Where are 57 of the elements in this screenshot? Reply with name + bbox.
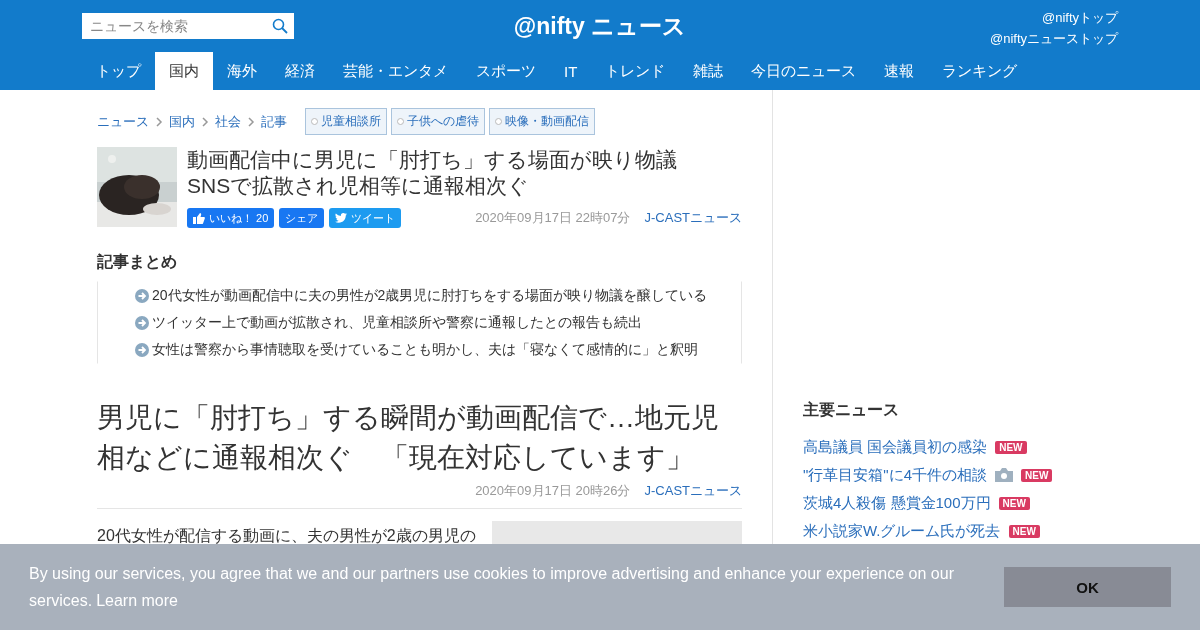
search-field[interactable]: ニュースを検索 — [82, 13, 294, 39]
news-link[interactable]: 高島議員 国会議員初の感染 — [803, 437, 988, 457]
nav-tab[interactable]: 国内 — [155, 52, 213, 90]
ok-button[interactable]: OK — [1004, 567, 1171, 607]
chevron-icon — [201, 116, 209, 127]
arrow-circle-icon — [135, 342, 149, 357]
arrow-circle-icon — [135, 288, 149, 303]
topic-tag[interactable]: 子供への虐待 — [391, 108, 485, 135]
cookie-notice: By using our services, you agree that we and our partners use cookies to improve advertising and enhance your experience on our services. Learn more — [29, 564, 955, 611]
news-link[interactable]: "行革目安箱"に4千件の相談 — [803, 465, 987, 485]
like-button[interactable]: いいね！ 20 — [187, 208, 275, 228]
breadcrumb-link[interactable]: 社会 — [215, 112, 241, 131]
source-link[interactable]: J-CASTニュース — [644, 482, 742, 500]
nav-tab[interactable]: ランキング — [928, 52, 1032, 90]
breadcrumb-link[interactable]: ニュース — [97, 112, 149, 131]
arrow-circle-icon — [135, 315, 149, 330]
header-link[interactable]: @niftyニューストップ — [989, 29, 1118, 48]
article-title: 動画配信中に男児に「肘打ち」する場面が映り物議 SNSで拡散され児相等に通報相次ぐ — [187, 147, 678, 199]
nav-tab[interactable]: 経済 — [271, 52, 329, 90]
news-link[interactable]: 茨城4人殺傷 懸賞金100万円 — [803, 493, 991, 513]
new-badge: NEW — [1021, 468, 1053, 482]
story-text: 20代女性が配信する動画に、夫の男性が2歳の男児の — [97, 526, 476, 546]
nav-tab[interactable]: 海外 — [213, 52, 271, 90]
bird-icon — [335, 213, 348, 223]
summary-item: ツイッター上で動画が拡散され、児童相談所や警察に通報したとの報告も続出 — [152, 313, 642, 332]
share-button[interactable]: シェア — [279, 208, 325, 228]
summary-heading: 記事まとめ — [97, 252, 178, 272]
chevron-icon — [247, 116, 255, 127]
topic-tag[interactable]: 児童相談所 — [305, 108, 387, 135]
nav-tab[interactable]: トレンド — [591, 52, 680, 90]
publish-date: 2020年09月17日 20時26分 — [475, 482, 631, 500]
nav-tab[interactable]: 芸能・エンタメ — [329, 52, 462, 90]
summary-item: 女性は警察から事情聴取を受けていることも明かし、夫は「寝なくて感情的に」と釈明 — [152, 340, 698, 359]
new-badge: NEW — [995, 440, 1027, 454]
search-icon[interactable] — [272, 18, 288, 34]
site-logo[interactable]: @nifty ニュース — [513, 10, 687, 42]
news-link[interactable]: 米小説家W.グルーム氏が死去 — [803, 521, 1001, 541]
new-badge: NEW — [1008, 524, 1040, 538]
nav-tab[interactable]: 今日のニュース — [737, 52, 871, 90]
nav-tab[interactable]: スポーツ — [462, 52, 550, 90]
new-badge: NEW — [998, 496, 1030, 510]
section-heading: 主要ニュース — [803, 400, 900, 420]
tweet-button[interactable]: ツイート — [329, 208, 402, 228]
thumbs-up-icon — [193, 212, 205, 224]
breadcrumb-link[interactable]: 国内 — [169, 112, 195, 131]
story-headline: 男児に「肘打ち」する瞬間が動画配信で…地元児相などに通報相次ぐ 「現在対応しています」 — [97, 401, 720, 475]
header-link[interactable]: @niftyトップ — [1041, 8, 1118, 27]
nav-tab[interactable]: 雑誌 — [679, 52, 738, 90]
source-link[interactable]: J-CASTニュース — [644, 209, 742, 227]
summary-item: 20代女性が動画配信中に夫の男性が2歳男児に肘打ちをする場面が映り物議を醸している — [152, 286, 708, 305]
chevron-icon — [155, 116, 163, 127]
nav-tab[interactable]: 速報 — [870, 52, 929, 90]
nav-tab[interactable]: IT — [550, 52, 592, 90]
nav-tab[interactable]: トップ — [82, 52, 155, 90]
topic-tag[interactable]: 映像・動画配信 — [489, 108, 595, 135]
breadcrumb-link[interactable]: 記事 — [261, 112, 287, 131]
publish-date: 2020年09月17日 22時07分 — [475, 209, 631, 227]
